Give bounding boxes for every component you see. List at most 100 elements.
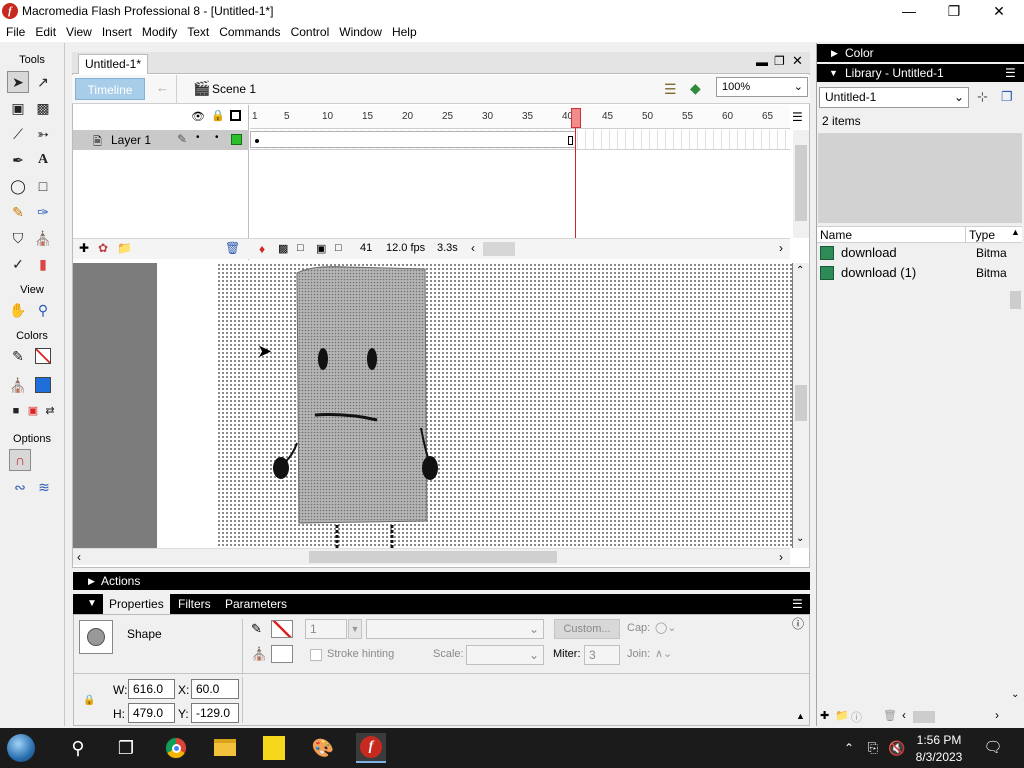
oval-tool-icon[interactable]: ◯ [7, 175, 29, 197]
center-frame-icon[interactable]: ♦ [259, 242, 265, 256]
onion-skin-outlines-icon[interactable]: □ [297, 242, 304, 254]
close-icon[interactable]: ✕ [976, 0, 1022, 22]
width-field[interactable]: 616.0 [128, 679, 175, 699]
menu-commands[interactable]: Commands [214, 22, 285, 42]
scroll-down-icon[interactable]: ⌄ [1011, 689, 1019, 700]
pin-library-icon[interactable]: ⊹ [977, 89, 988, 105]
paint-icon[interactable]: 🎨 [308, 733, 338, 763]
scroll-left-icon[interactable]: ‹ [902, 708, 906, 722]
menu-view[interactable]: View [61, 22, 97, 42]
menu-insert[interactable]: Insert [97, 22, 137, 42]
library-item[interactable]: download Bitmap [817, 243, 1007, 263]
zoom-tool-icon[interactable]: ⚲ [32, 299, 54, 321]
insert-folder-icon[interactable]: 📁 [117, 241, 132, 255]
chrome-icon[interactable] [161, 733, 191, 763]
insert-layer-icon[interactable]: ✚ [79, 241, 89, 255]
frame-strip[interactable] [250, 130, 790, 150]
scroll-thumb[interactable] [795, 385, 807, 421]
lock-dot-icon[interactable]: • [215, 132, 219, 143]
library-item[interactable]: download (1) Bitmap [817, 263, 1007, 283]
scroll-left-icon[interactable]: ‹ [471, 241, 475, 255]
file-explorer-icon[interactable] [210, 733, 240, 763]
free-transform-tool-icon[interactable]: ▣ [7, 97, 29, 119]
clock-date[interactable]: 8/3/2023 [910, 750, 968, 764]
tab-filters[interactable]: Filters [178, 594, 211, 614]
outline-icon[interactable] [230, 110, 241, 121]
stage-hscroll[interactable]: ‹ › [73, 548, 790, 565]
timeline-vscroll[interactable] [793, 130, 809, 238]
modify-onion-markers-icon[interactable]: □ [335, 242, 342, 254]
lasso-tool-icon[interactable]: ➳ [32, 123, 54, 145]
color-panel-header[interactable]: ▶ Color [817, 44, 1024, 62]
scroll-thumb[interactable] [913, 711, 935, 723]
line-tool-icon[interactable]: ⟋ [7, 123, 29, 145]
scroll-thumb[interactable] [309, 551, 557, 563]
sticky-notes-icon[interactable] [259, 733, 289, 763]
doc-restore-icon[interactable]: ❐ [774, 54, 785, 68]
start-icon[interactable] [6, 733, 36, 763]
library-vscroll[interactable]: ⌄ [1008, 243, 1023, 703]
smooth-icon[interactable]: ∾ [9, 476, 31, 498]
new-folder-icon[interactable]: 📁 [835, 709, 849, 722]
frame-ruler[interactable]: 1 5 10 15 20 25 30 35 40 45 50 55 60 65 [250, 105, 790, 129]
type-column-header[interactable]: Type [969, 228, 995, 242]
document-tab[interactable]: Untitled-1* [78, 54, 149, 74]
character-artwork[interactable] [217, 263, 792, 548]
fill-color-swatch[interactable] [32, 374, 54, 396]
brush-tool-icon[interactable]: ✑ [32, 201, 54, 223]
pen-tool-icon[interactable]: ✒ [7, 149, 29, 171]
edit-multiple-frames-icon[interactable]: ▣ [316, 242, 326, 255]
doc-minimize-icon[interactable]: ▬ [756, 55, 768, 69]
task-view-icon[interactable]: ❐ [111, 733, 141, 763]
swap-colors-icon[interactable]: ⇄ [39, 400, 61, 422]
new-symbol-icon[interactable]: ✚ [820, 709, 829, 722]
fill-transform-tool-icon[interactable]: ▩ [32, 97, 54, 119]
volume-muted-icon[interactable]: 🔇 [882, 733, 912, 763]
cap-select-icon[interactable]: ◯⌄ [655, 621, 677, 634]
edit-scene-icon[interactable]: ☰ [664, 81, 677, 98]
ink-bottle-tool-icon[interactable]: ⛉ [7, 227, 29, 249]
back-arrow-icon[interactable]: ← [156, 80, 169, 95]
fill-color-icon[interactable]: ⛪ [7, 374, 29, 396]
miter-field[interactable]: 3 [584, 645, 620, 665]
sort-icon[interactable]: ▲ [1011, 227, 1020, 237]
scroll-up-icon[interactable]: ⌃ [796, 265, 804, 276]
notification-icon[interactable]: 🗨 [978, 733, 1008, 763]
onion-skin-icon[interactable]: ▩ [278, 242, 288, 255]
frame-span[interactable] [250, 131, 576, 148]
eyedropper-tool-icon[interactable]: ✓ [7, 253, 29, 275]
search-icon[interactable]: ⚲ [63, 733, 93, 763]
layer-name[interactable]: Layer 1 [111, 133, 151, 147]
visibility-dot-icon[interactable]: • [196, 132, 200, 143]
scroll-left-icon[interactable]: ‹ [77, 550, 81, 564]
height-field[interactable]: 479.0 [128, 703, 175, 723]
library-select[interactable]: Untitled-1 ⌄ [819, 87, 969, 108]
clock-time[interactable]: 1:56 PM [914, 733, 964, 747]
stroke-height-dropdown-icon[interactable]: ▼ [348, 619, 362, 639]
scene-label[interactable]: Scene 1 [212, 82, 256, 96]
x-field[interactable]: 60.0 [191, 679, 239, 699]
tab-properties[interactable]: Properties [103, 594, 170, 614]
add-motion-guide-icon[interactable]: ✿ [98, 241, 108, 255]
panel-menu-icon[interactable]: ☰ [1005, 64, 1016, 82]
scroll-thumb[interactable] [795, 145, 807, 221]
menu-file[interactable]: File [0, 22, 30, 42]
stroke-color-icon[interactable]: ✎ [7, 345, 29, 367]
selection-tool-icon[interactable]: ➤ [7, 71, 29, 93]
playhead[interactable] [571, 108, 581, 128]
fill-color-swatch[interactable] [271, 645, 293, 663]
lock-icon[interactable]: 🔒 [211, 109, 225, 122]
eye-icon[interactable]: 👁 [191, 110, 205, 123]
hand-tool-icon[interactable]: ✋ [7, 299, 29, 321]
timeline-menu-icon[interactable]: ☰ [792, 110, 803, 124]
menu-help[interactable]: Help [387, 22, 422, 42]
stage-vscroll[interactable]: ⌃ ⌄ [793, 263, 809, 548]
stroke-style-select[interactable]: ⌄ [366, 619, 544, 639]
tab-parameters[interactable]: Parameters [225, 594, 287, 614]
menu-window[interactable]: Window [334, 22, 387, 42]
doc-close-icon[interactable]: ✕ [792, 53, 803, 69]
stage[interactable]: ➤ [217, 263, 792, 548]
y-field[interactable]: -129.0 [191, 703, 239, 723]
timeline-toggle-button[interactable]: Timeline [75, 78, 145, 100]
minimize-icon[interactable]: — [886, 0, 932, 22]
